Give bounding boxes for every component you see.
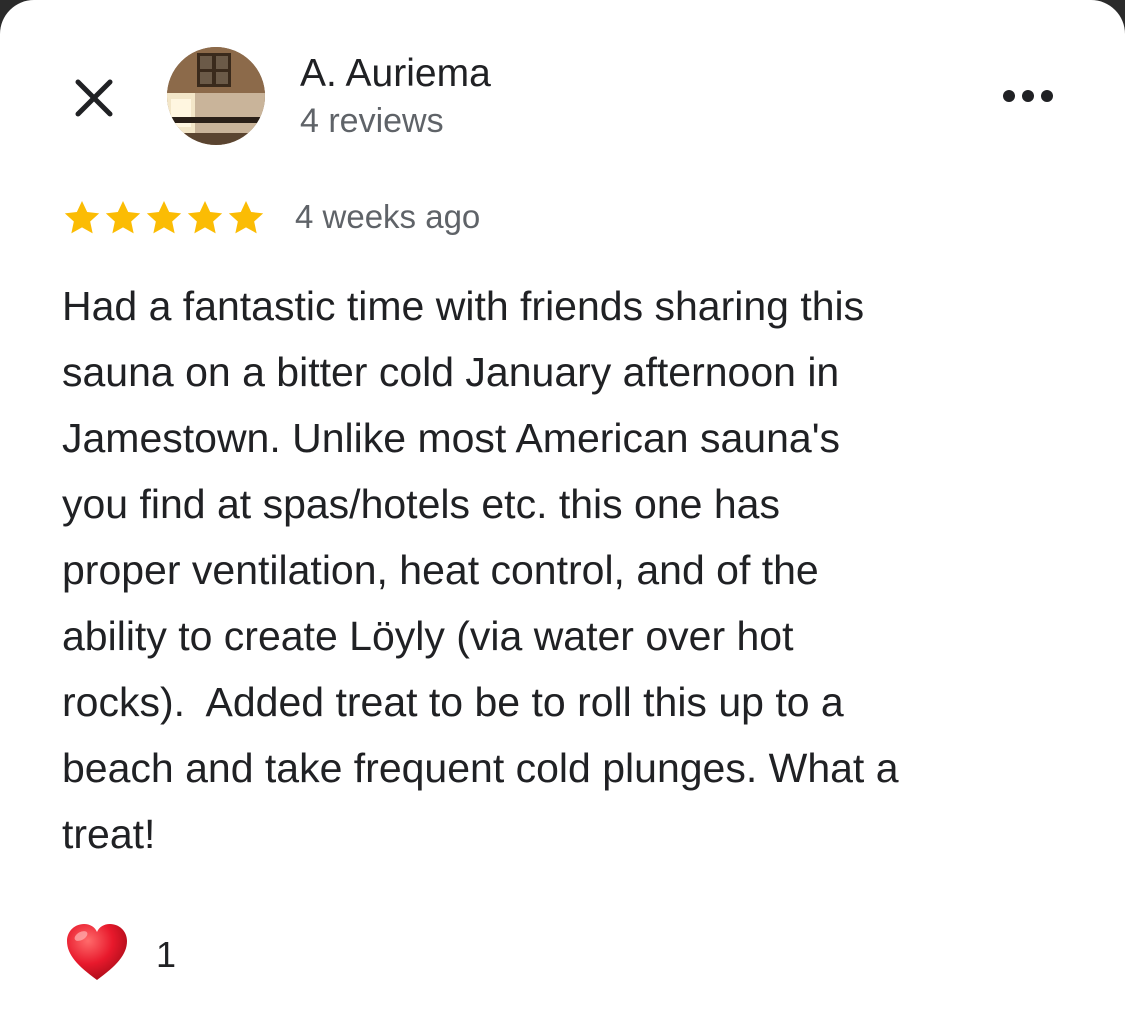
star-rating: [62, 198, 266, 238]
reviewer-review-count[interactable]: 4 reviews: [300, 102, 444, 141]
heart-reaction-button[interactable]: [62, 918, 132, 988]
more-options-button[interactable]: [996, 76, 1060, 116]
review-date: 4 weeks ago: [295, 198, 481, 235]
review-card: A. Auriema 4 reviews 4 weeks ago Had a f…: [0, 0, 1125, 1012]
heart-icon: [67, 924, 127, 980]
more-horizontal-icon: [1003, 90, 1053, 102]
star-icon: [64, 201, 100, 234]
close-button[interactable]: [68, 72, 120, 124]
reviewer-name[interactable]: A. Auriema: [300, 52, 491, 96]
star-icon: [146, 201, 182, 234]
avatar[interactable]: [167, 47, 265, 145]
star-icon: [187, 201, 223, 234]
avatar-image: [167, 47, 265, 145]
star-icon: [105, 201, 141, 234]
heart-reaction-count: 1: [156, 934, 177, 975]
close-icon: [75, 79, 113, 117]
star-icon: [228, 201, 264, 234]
review-text: Had a fantastic time with friends sharin…: [62, 283, 899, 857]
